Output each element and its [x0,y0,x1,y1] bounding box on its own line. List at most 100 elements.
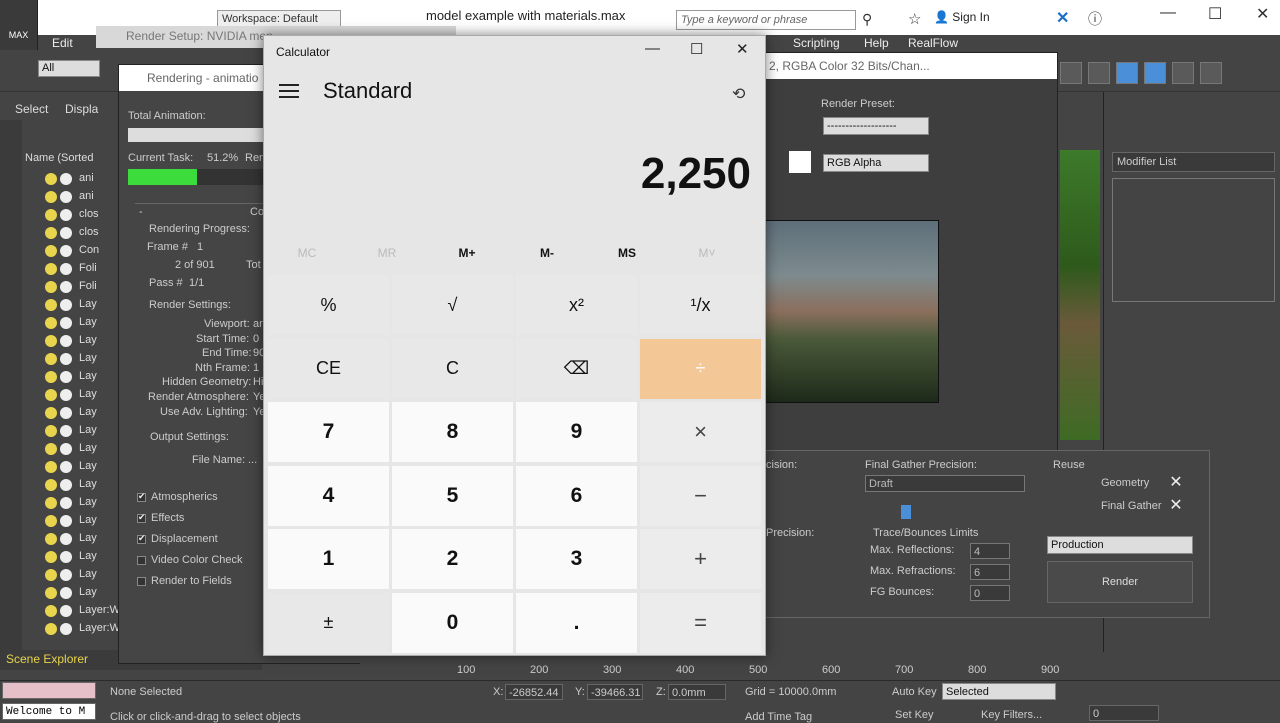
sign-in-button[interactable]: 👤 Sign In [934,10,990,24]
help-icon[interactable]: ⓘ [1088,9,1102,29]
square-key[interactable]: x² [516,275,637,335]
menu-realflow[interactable]: RealFlow [908,36,958,50]
light-bulb-icon[interactable] [45,335,57,347]
scene-row[interactable]: Foli [79,280,97,298]
close-icon[interactable]: ✕ [1256,4,1269,24]
scene-row[interactable]: Con [79,244,99,262]
calc-minimize-icon[interactable]: — [645,40,660,57]
hamburger-menu-icon[interactable] [279,84,299,98]
scene-row[interactable]: Lay [79,514,97,532]
production-dropdown[interactable]: Production [1047,536,1193,554]
fg-precision-field[interactable]: Draft [865,475,1025,492]
scene-row[interactable]: Lay [79,316,97,334]
light-bulb-icon[interactable] [45,353,57,365]
scene-row[interactable]: clos [79,208,99,226]
digit-0-key[interactable]: 0 [392,592,513,653]
maximize-icon[interactable]: ☐ [1208,4,1222,24]
scene-row[interactable]: ani [79,190,94,208]
plus-key[interactable]: + [640,529,761,589]
scene-row[interactable]: Lay [79,442,97,460]
search-input[interactable]: Type a keyword or phrase [676,10,856,30]
scene-row[interactable]: Lay [79,532,97,550]
scene-row[interactable]: Lay [79,298,97,316]
render-preset-dropdown[interactable]: ------------------- [823,117,929,135]
scene-row[interactable]: Lay [79,478,97,496]
calc-close-icon[interactable]: ✕ [736,40,749,58]
light-bulb-icon[interactable] [45,515,57,527]
minimize-icon[interactable]: — [1160,4,1176,22]
menu-help[interactable]: Help [864,36,889,50]
star-icon[interactable]: ☆ [908,10,921,28]
display-tab[interactable]: Displa [65,102,98,116]
channel-dropdown[interactable]: RGB Alpha [823,154,929,172]
select-tab[interactable]: Select [15,102,48,116]
light-bulb-icon[interactable] [45,533,57,545]
decimal-key[interactable]: . [516,592,637,653]
render-button[interactable]: Render [1047,561,1193,603]
memory-mminus-button[interactable]: M- [507,246,587,260]
light-bulb-icon[interactable] [45,461,57,473]
light-bulb-icon[interactable] [45,191,57,203]
menu-edit[interactable]: Edit [52,36,73,50]
light-bulb-icon[interactable] [45,443,57,455]
color-swatch[interactable] [789,151,811,173]
light-bulb-icon[interactable] [45,371,57,383]
scene-row[interactable]: Foli [79,262,97,280]
x-coordinate[interactable]: -26852.44 [505,684,563,700]
percent-key[interactable]: % [268,275,389,335]
digit-3-key[interactable]: 3 [516,529,637,589]
auto-key-button[interactable]: Auto Key [892,686,937,698]
current-frame-field[interactable]: 0 [1089,705,1159,721]
timeline[interactable]: 100 200 300 400 500 600 700 800 900 [360,652,1060,680]
binoculars-icon[interactable]: ⚲ [862,11,872,28]
negate-key[interactable]: ± [268,592,389,653]
sqrt-key[interactable]: √ [392,275,513,335]
fg-bounces-field[interactable]: 0 [970,585,1010,601]
digit-8-key[interactable]: 8 [392,402,513,462]
digit-9-key[interactable]: 9 [516,402,637,462]
light-bulb-icon[interactable] [45,623,57,635]
memory-mplus-button[interactable]: M+ [427,246,507,260]
teapot-icon[interactable] [1172,62,1194,84]
light-bulb-icon[interactable] [45,407,57,419]
scene-row[interactable]: ani [79,172,94,190]
light-bulb-icon[interactable] [45,425,57,437]
common-rollout[interactable]: - Co [135,203,265,219]
set-key-button[interactable]: Set Key [895,709,934,721]
app-logo[interactable]: MAX [0,0,38,50]
y-coordinate[interactable]: -39466.31 [587,684,643,700]
key-filters-button[interactable]: Key Filters... [981,709,1042,721]
digit-4-key[interactable]: 4 [268,465,389,526]
digit-7-key[interactable]: 7 [268,402,389,462]
max-refractions-field[interactable]: 6 [970,564,1010,580]
light-bulb-icon[interactable] [45,479,57,491]
digit-2-key[interactable]: 2 [392,529,513,589]
key-set-dropdown[interactable]: Selected [942,683,1056,700]
light-bulb-icon[interactable] [45,389,57,401]
scene-row[interactable]: Lay [79,406,97,424]
option-checkbox[interactable] [137,577,146,586]
max-reflections-field[interactable]: 4 [970,543,1010,559]
minus-key[interactable]: − [640,465,761,526]
scene-row[interactable]: Lay [79,568,97,586]
maxscript-listener[interactable] [2,682,96,699]
z-coordinate[interactable]: 0.0mm [668,684,726,700]
divide-key[interactable]: ÷ [640,338,761,399]
selection-filter[interactable]: All [38,60,100,77]
name-column-header[interactable]: Name (Sorted [25,152,93,164]
calc-maximize-icon[interactable]: ☐ [690,40,703,58]
history-icon[interactable]: ⟲ [732,84,745,104]
scene-row[interactable]: clos [79,226,99,244]
light-bulb-icon[interactable] [45,245,57,257]
multiply-key[interactable]: × [640,402,761,462]
teapot-iterative-icon[interactable] [1200,62,1222,84]
scene-row[interactable]: Lay [79,496,97,514]
light-bulb-icon[interactable] [45,605,57,617]
scene-row[interactable]: Lay [79,388,97,406]
light-bulb-icon[interactable] [45,551,57,563]
light-bulb-icon[interactable] [45,209,57,221]
backspace-key[interactable]: ⌫ [516,338,637,399]
light-bulb-icon[interactable] [45,299,57,311]
maxscript-line[interactable]: Welcome to M [2,703,96,720]
scene-row[interactable]: Lay [79,352,97,370]
